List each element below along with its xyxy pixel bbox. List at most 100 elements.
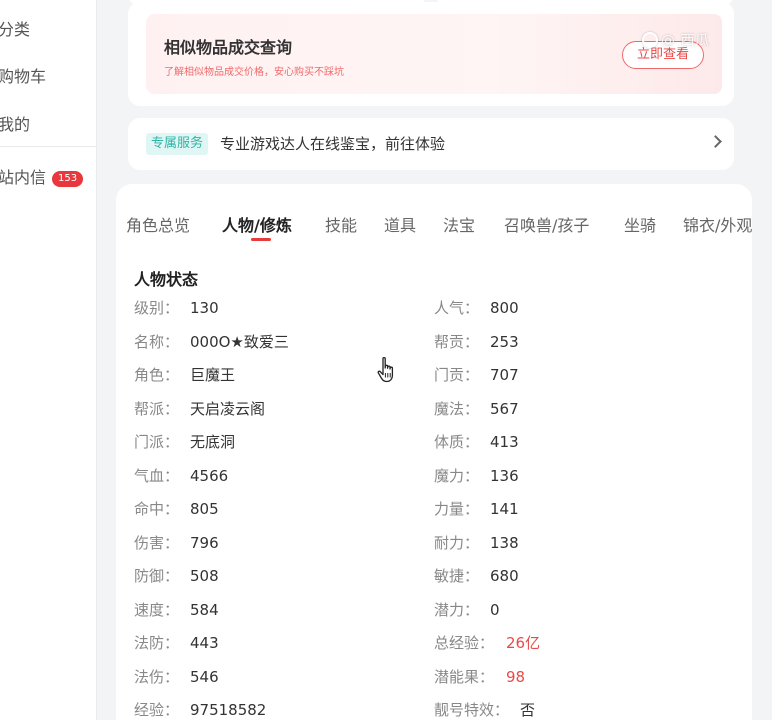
stat-label-text: 防御： — [134, 567, 180, 585]
appraisal-service-row[interactable]: 专属服务 专业游戏达人在线鉴宝，前往体验 — [128, 118, 734, 170]
stat-value-text: 136 — [490, 466, 519, 485]
stat-value-text: 130 — [190, 299, 219, 317]
stat-value-text: 680 — [490, 567, 519, 585]
stat-label-text: 门贡： — [434, 366, 480, 384]
stat-value: 4566 — [190, 466, 228, 486]
stat-label: 门派： — [134, 432, 179, 452]
stat-label-text: 潜力： — [434, 600, 480, 619]
stat-label: 潜力： — [434, 600, 479, 620]
stat-value-text: 413 — [490, 433, 519, 451]
stat-value: 138 — [490, 533, 519, 553]
stat-value: 141 — [490, 499, 519, 519]
active-tab-indicator — [251, 238, 271, 241]
stat-value-text: 否 — [520, 701, 536, 719]
stat-value: 巨魔王 — [190, 365, 235, 385]
stat-label: 总经验： — [434, 633, 494, 653]
stat-value: 413 — [490, 432, 519, 452]
stat-label: 气血： — [134, 466, 179, 486]
tab-character[interactable]: 人物/修炼 — [222, 212, 292, 236]
stat-value-text: 97518582 — [190, 701, 267, 719]
sidebar-item-mine[interactable]: 我的 — [0, 111, 30, 135]
stat-value: 546 — [190, 667, 219, 687]
sidebar: 分类 购物车 我的 站内信 153 — [0, 0, 97, 720]
tab-overview[interactable]: 角色总览 — [126, 212, 190, 236]
sidebar-item-cart[interactable]: 购物车 — [0, 63, 46, 87]
stat-value: 000O★致爱三 — [190, 332, 289, 352]
stat-label-text: 人气： — [434, 299, 480, 317]
stat-label-text: 靓号特效： — [434, 701, 510, 719]
stat-label-text: 命中： — [134, 500, 180, 518]
sidebar-item-label: 分类 — [0, 20, 31, 39]
stat-label: 门贡： — [434, 365, 479, 385]
stat-label: 角色： — [134, 365, 179, 385]
stat-label: 级别： — [134, 298, 179, 318]
stat-value: 800 — [490, 298, 519, 318]
stat-label-text: 帮贡： — [434, 332, 480, 351]
stat-value-text: 巨魔王 — [190, 366, 236, 384]
tab-skills[interactable]: 技能 — [325, 212, 357, 236]
stat-label: 魔力： — [434, 466, 479, 486]
stat-value: 否 — [520, 700, 535, 720]
tab-items[interactable]: 道具 — [384, 212, 416, 236]
unread-badge: 153 — [52, 171, 84, 187]
stat-value-text: 000O★致爱三 — [190, 332, 289, 351]
sidebar-item-category[interactable]: 分类 — [0, 16, 30, 40]
stat-label-text: 名称： — [134, 332, 180, 351]
stat-label-text: 魔法： — [434, 399, 480, 418]
sidebar-item-messages[interactable]: 站内信 153 — [0, 164, 84, 188]
stat-label-text: 敏捷： — [434, 567, 480, 585]
stat-value-text: 707 — [490, 366, 519, 384]
stat-label: 防御： — [134, 566, 179, 586]
stat-value-text: 天启凌云阁 — [190, 399, 266, 418]
stat-value-text: 567 — [490, 399, 519, 418]
stat-label: 名称： — [134, 332, 179, 352]
stat-value: 796 — [190, 533, 219, 553]
stat-value-text: 805 — [190, 500, 219, 518]
character-info-card: 角色总览 人物/修炼 技能 道具 法宝 召唤兽/孩子 坐骑 锦衣/外观 人物状态… — [116, 184, 752, 720]
stat-label-text: 门派： — [134, 433, 180, 451]
stat-label-text: 经验： — [134, 701, 180, 719]
sidebar-item-label: 站内信 — [0, 168, 47, 187]
service-tag: 专属服务 — [146, 133, 209, 155]
stat-value: 680 — [490, 566, 519, 586]
stat-label-text: 总经验： — [434, 634, 495, 652]
stat-value: 26亿 — [506, 633, 540, 653]
sidebar-item-label: 购物车 — [0, 67, 47, 86]
stat-value-text: 98 — [506, 667, 526, 686]
watermark-logo-icon — [642, 32, 658, 48]
stat-value: 130 — [190, 298, 219, 318]
stat-value-text: 546 — [190, 667, 219, 686]
stat-label-text: 角色： — [134, 366, 180, 384]
stat-label-text: 法伤： — [134, 667, 180, 686]
tab-summons[interactable]: 召唤兽/孩子 — [504, 212, 589, 236]
tab-treasures[interactable]: 法宝 — [443, 212, 475, 236]
stat-value: 253 — [490, 332, 519, 352]
stat-label-text: 级别： — [134, 299, 180, 317]
stat-value-text: 138 — [490, 533, 519, 552]
stat-value-text: 26亿 — [506, 634, 541, 652]
stat-value: 584 — [190, 600, 219, 620]
stat-value: 天启凌云阁 — [190, 399, 265, 419]
banner-title: 相似物品成交查询 — [164, 38, 293, 57]
stat-label: 法防： — [134, 633, 179, 653]
stat-value: 707 — [490, 365, 519, 385]
stat-label-text: 伤害： — [134, 533, 180, 552]
stat-value-text: 无底洞 — [190, 433, 236, 451]
stat-label: 命中： — [134, 499, 179, 519]
banner-subtitle: 了解相似物品成交价格，安心购买不踩坑 — [164, 67, 344, 78]
tab-outfits[interactable]: 锦衣/外观 — [683, 212, 752, 236]
stat-label-text: 潜能果： — [434, 667, 495, 686]
stat-label: 潜能果： — [434, 667, 494, 687]
stat-label-text: 力量： — [434, 500, 480, 518]
stat-value: 98 — [506, 667, 525, 687]
stat-label-text: 耐力： — [434, 533, 480, 552]
tab-mounts[interactable]: 坐骑 — [624, 212, 656, 236]
stat-label-text: 帮派： — [134, 399, 180, 418]
tab-bar: 角色总览 人物/修炼 技能 道具 法宝 召唤兽/孩子 坐骑 锦衣/外观 — [116, 212, 752, 242]
stat-value-text: 4566 — [190, 466, 229, 485]
service-text: 专业游戏达人在线鉴宝，前往体验 — [220, 135, 446, 153]
stat-value: 136 — [490, 466, 519, 486]
chevron-right-icon — [709, 135, 722, 148]
sidebar-divider — [0, 146, 97, 147]
stat-value: 443 — [190, 633, 219, 653]
